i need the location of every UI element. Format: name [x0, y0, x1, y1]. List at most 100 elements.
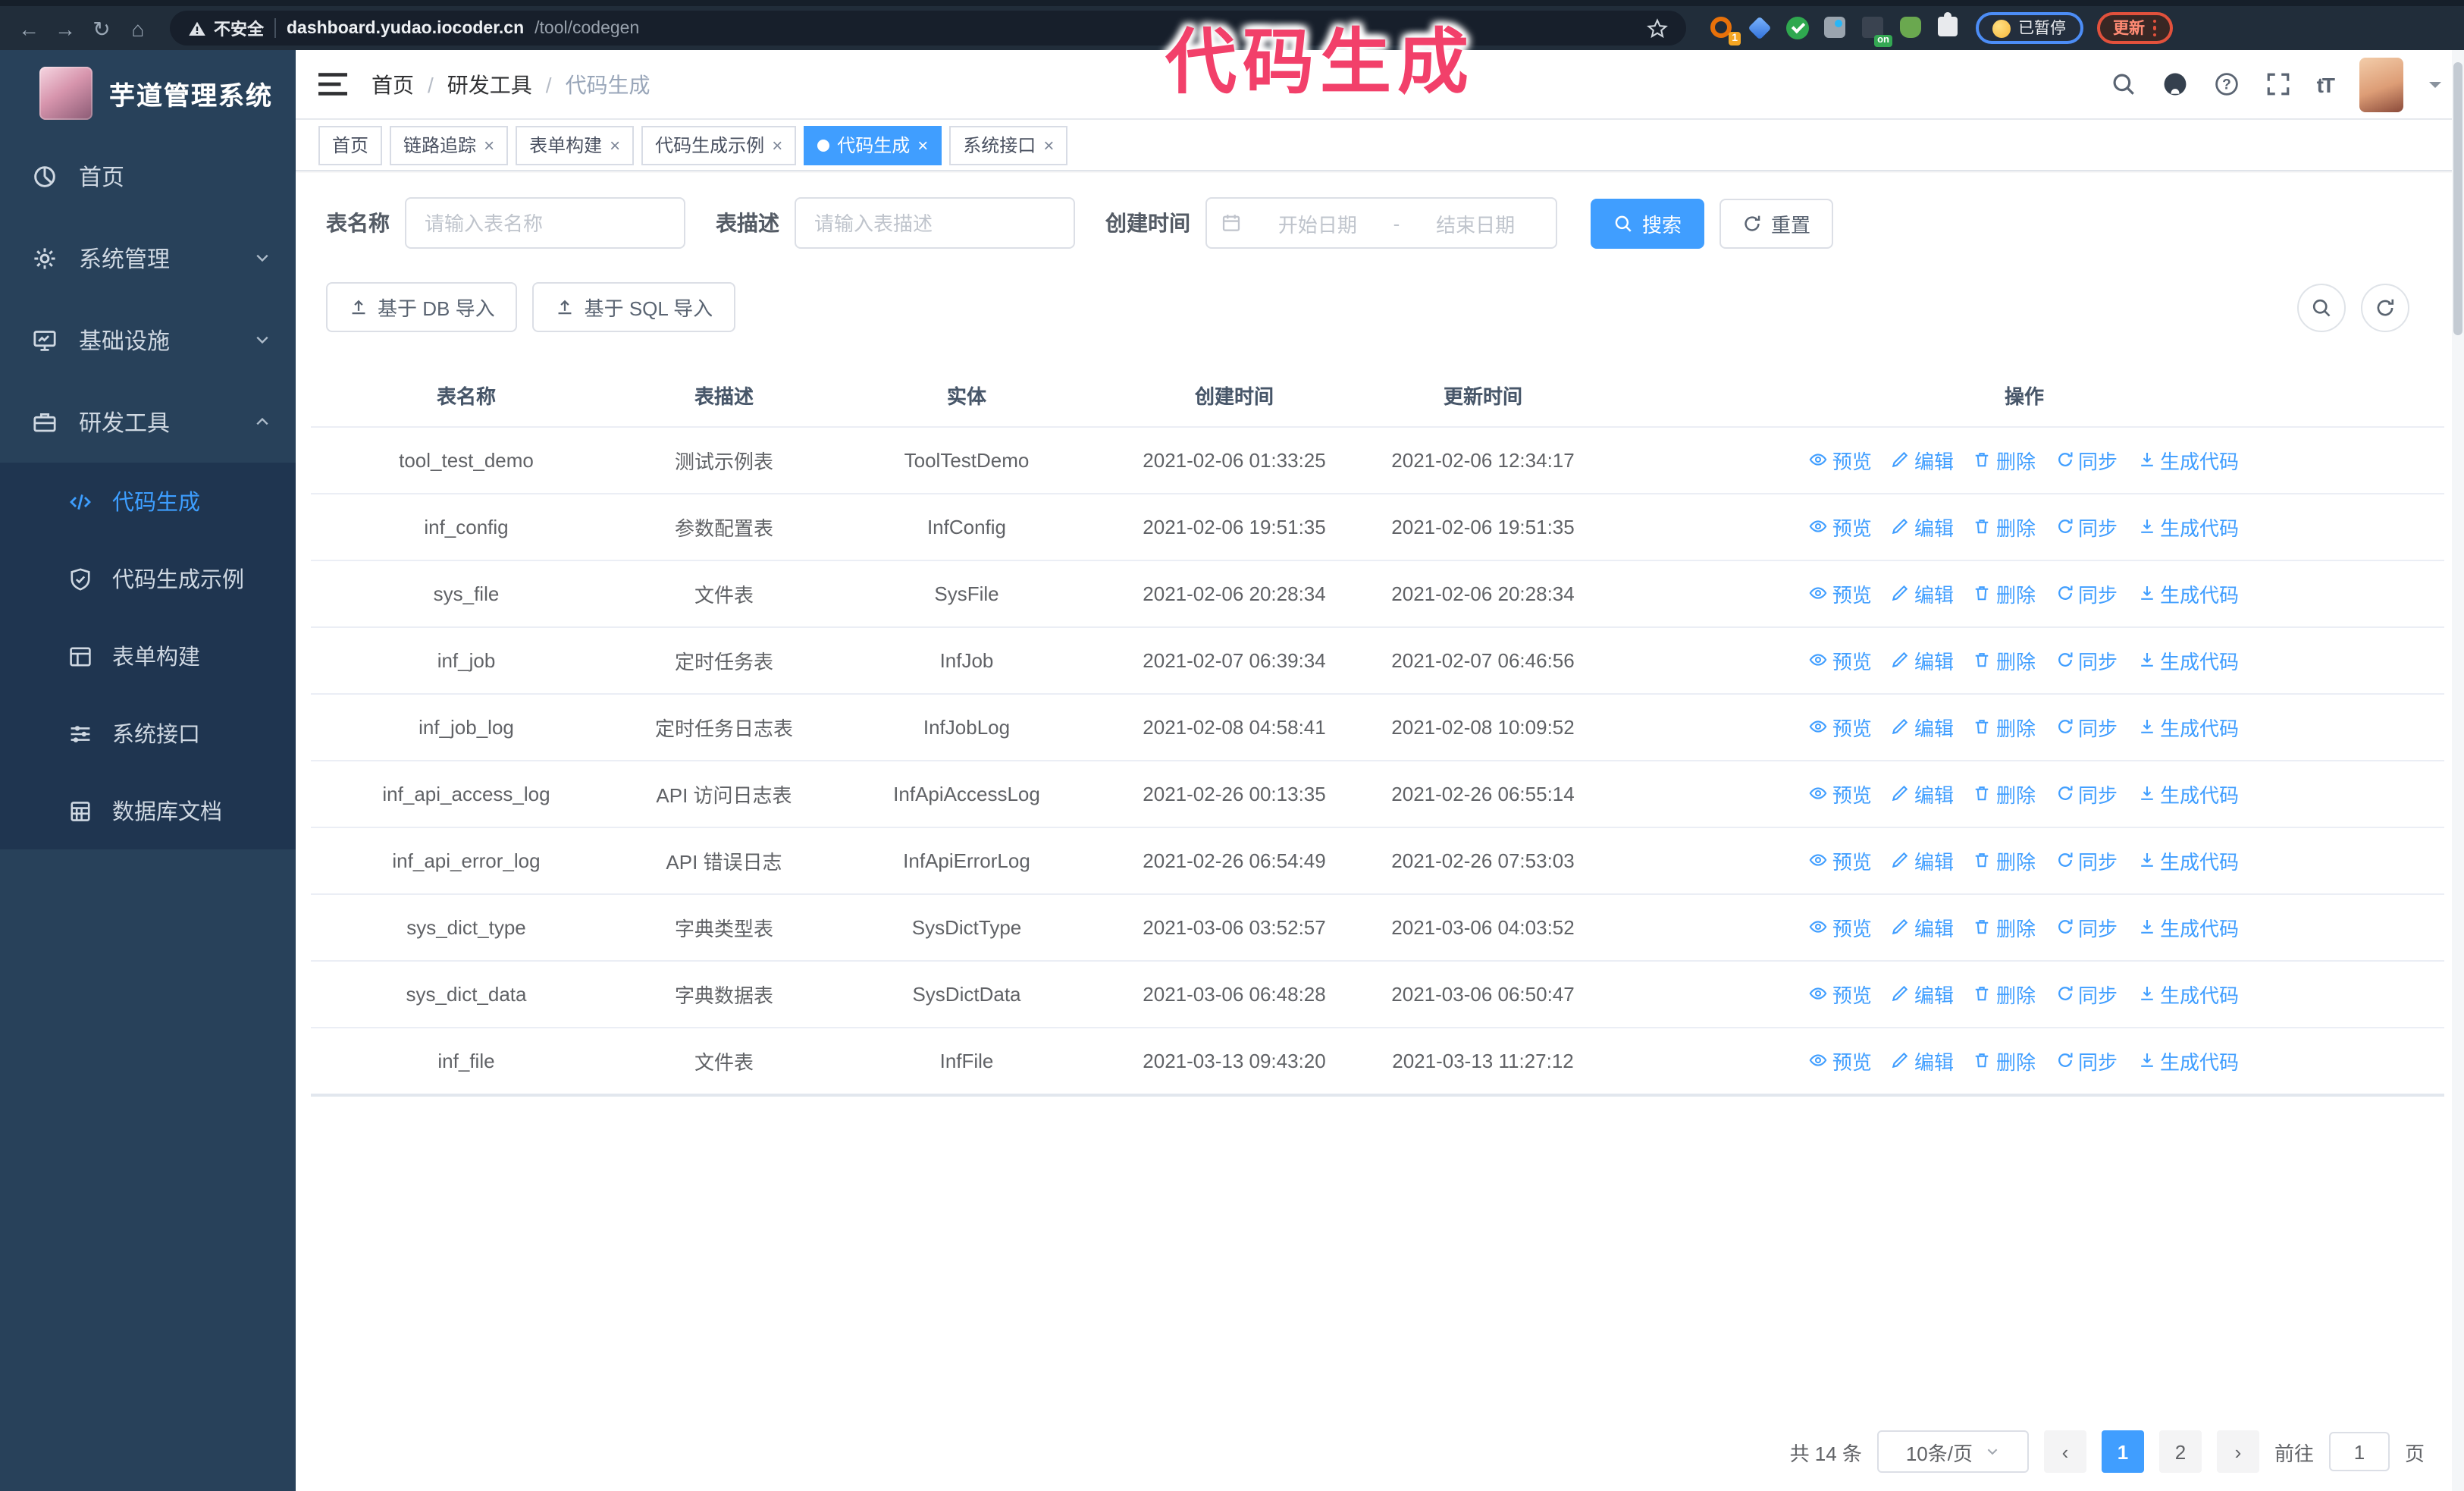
table-name-input[interactable] [405, 197, 685, 249]
edit-link[interactable]: 编辑 [1892, 1046, 1954, 1075]
generate-code-link[interactable]: 生成代码 [2137, 579, 2239, 607]
edit-link[interactable]: 编辑 [1892, 846, 1954, 874]
extension-diamond-icon[interactable] [1748, 15, 1773, 40]
close-icon[interactable]: × [1043, 136, 1054, 154]
extension-gray-icon[interactable] [1824, 16, 1848, 40]
scrollbar[interactable] [2452, 50, 2464, 1491]
delete-link[interactable]: 删除 [1973, 846, 2036, 874]
extension-orange-ring-icon[interactable]: 1 [1710, 16, 1741, 45]
sync-link[interactable]: 同步 [2055, 579, 2118, 607]
close-icon[interactable]: × [917, 136, 928, 154]
search-button[interactable]: 搜索 [1591, 198, 1705, 248]
sidebar-item-codegen-example[interactable]: 代码生成示例 [0, 540, 296, 617]
delete-link[interactable]: 删除 [1973, 779, 2036, 808]
browser-reload-button[interactable]: ↻ [88, 17, 115, 39]
generate-code-link[interactable]: 生成代码 [2137, 645, 2239, 674]
date-range-picker[interactable]: 开始日期 - 结束日期 [1205, 197, 1557, 249]
tab-system-api[interactable]: 系统接口 × [949, 125, 1068, 165]
generate-code-link[interactable]: 生成代码 [2137, 979, 2239, 1008]
preview-link[interactable]: 预览 [1810, 645, 1872, 674]
delete-link[interactable]: 删除 [1973, 579, 2036, 607]
scrollbar-thumb[interactable] [2453, 62, 2462, 335]
hamburger-icon[interactable] [318, 73, 347, 96]
sync-link[interactable]: 同步 [2055, 645, 2118, 674]
sidebar-item-dev-tools[interactable]: 研发工具 [0, 381, 296, 463]
page-button-1[interactable]: 1 [2101, 1430, 2144, 1473]
fullscreen-icon[interactable] [2265, 71, 2291, 97]
preview-link[interactable]: 预览 [1810, 912, 1872, 941]
close-icon[interactable]: × [610, 136, 620, 154]
sync-link[interactable]: 同步 [2055, 979, 2118, 1008]
github-icon[interactable] [2162, 71, 2188, 97]
edit-link[interactable]: 编辑 [1892, 579, 1954, 607]
refresh-table-button[interactable] [2361, 283, 2409, 331]
delete-link[interactable]: 删除 [1973, 445, 2036, 474]
preview-link[interactable]: 预览 [1810, 1046, 1872, 1075]
sync-link[interactable]: 同步 [2055, 712, 2118, 741]
generate-code-link[interactable]: 生成代码 [2137, 712, 2239, 741]
sidebar-item-form-builder[interactable]: 表单构建 [0, 617, 296, 695]
security-warning[interactable]: 不安全 [188, 16, 264, 40]
generate-code-link[interactable]: 生成代码 [2137, 779, 2239, 808]
generate-code-link[interactable]: 生成代码 [2137, 846, 2239, 874]
edit-link[interactable]: 编辑 [1892, 712, 1954, 741]
delete-link[interactable]: 删除 [1973, 512, 2036, 541]
generate-code-link[interactable]: 生成代码 [2137, 1046, 2239, 1075]
delete-link[interactable]: 删除 [1973, 712, 2036, 741]
edit-link[interactable]: 编辑 [1892, 979, 1954, 1008]
import-sql-button[interactable]: 基于 SQL 导入 [532, 282, 736, 332]
tab-form-builder[interactable]: 表单构建 × [516, 125, 635, 165]
reset-button[interactable]: 重置 [1719, 198, 1834, 248]
preview-link[interactable]: 预览 [1810, 712, 1872, 741]
sidebar-item-home[interactable]: 首页 [0, 135, 296, 217]
preview-link[interactable]: 预览 [1810, 846, 1872, 874]
preview-link[interactable]: 预览 [1810, 579, 1872, 607]
sync-link[interactable]: 同步 [2055, 445, 2118, 474]
sync-link[interactable]: 同步 [2055, 912, 2118, 941]
table-desc-input[interactable] [795, 197, 1075, 249]
profile-paused-chip[interactable]: 已暂停 [1976, 12, 2083, 44]
edit-link[interactable]: 编辑 [1892, 645, 1954, 674]
extensions-puzzle-icon[interactable] [1938, 11, 1962, 40]
sidebar-item-infrastructure[interactable]: 基础设施 [0, 299, 296, 381]
delete-link[interactable]: 删除 [1973, 645, 2036, 674]
page-size-select[interactable]: 10条/页 [1876, 1430, 2029, 1473]
preview-link[interactable]: 预览 [1810, 512, 1872, 541]
edit-link[interactable]: 编辑 [1892, 512, 1954, 541]
breadcrumb-home[interactable]: 首页 [371, 69, 414, 99]
browser-forward-button[interactable]: → [52, 17, 79, 39]
preview-link[interactable]: 预览 [1810, 979, 1872, 1008]
edit-link[interactable]: 编辑 [1892, 912, 1954, 941]
browser-update-button[interactable]: 更新 [2096, 12, 2173, 44]
search-icon[interactable] [2111, 71, 2136, 97]
tab-tracing[interactable]: 链路追踪 × [390, 125, 509, 165]
avatar[interactable] [2359, 57, 2403, 111]
sync-link[interactable]: 同步 [2055, 1046, 2118, 1075]
browser-menu-icon[interactable] [2152, 19, 2156, 37]
sidebar-item-system-api[interactable]: 系统接口 [0, 695, 296, 772]
extension-green-check-icon[interactable] [1786, 16, 1810, 40]
avatar-caret-icon[interactable] [2429, 81, 2441, 93]
sidebar-item-db-doc[interactable]: 数据库文档 [0, 772, 296, 849]
preview-link[interactable]: 预览 [1810, 445, 1872, 474]
delete-link[interactable]: 删除 [1973, 912, 2036, 941]
sidebar-item-system-management[interactable]: 系统管理 [0, 217, 296, 299]
edit-link[interactable]: 编辑 [1892, 445, 1954, 474]
goto-page-input[interactable] [2328, 1432, 2390, 1471]
toggle-search-button[interactable] [2297, 283, 2346, 331]
end-date-placeholder[interactable]: 结束日期 [1409, 209, 1542, 237]
app-logo-row[interactable]: 芋道管理系统 [0, 50, 296, 135]
bookmark-star-icon[interactable] [1647, 17, 1668, 39]
browser-back-button[interactable]: ← [15, 17, 42, 39]
page-button-2[interactable]: 2 [2158, 1430, 2202, 1473]
font-size-icon[interactable]: tT [2317, 72, 2335, 96]
generate-code-link[interactable]: 生成代码 [2137, 512, 2239, 541]
tab-codegen[interactable]: 代码生成 × [804, 125, 942, 165]
prev-page-button[interactable]: ‹ [2043, 1430, 2086, 1473]
help-icon[interactable] [2214, 71, 2240, 97]
close-icon[interactable]: × [484, 136, 494, 154]
extension-animal-icon[interactable] [1900, 16, 1924, 40]
tab-home[interactable]: 首页 [318, 125, 383, 165]
edit-link[interactable]: 编辑 [1892, 779, 1954, 808]
generate-code-link[interactable]: 生成代码 [2137, 912, 2239, 941]
